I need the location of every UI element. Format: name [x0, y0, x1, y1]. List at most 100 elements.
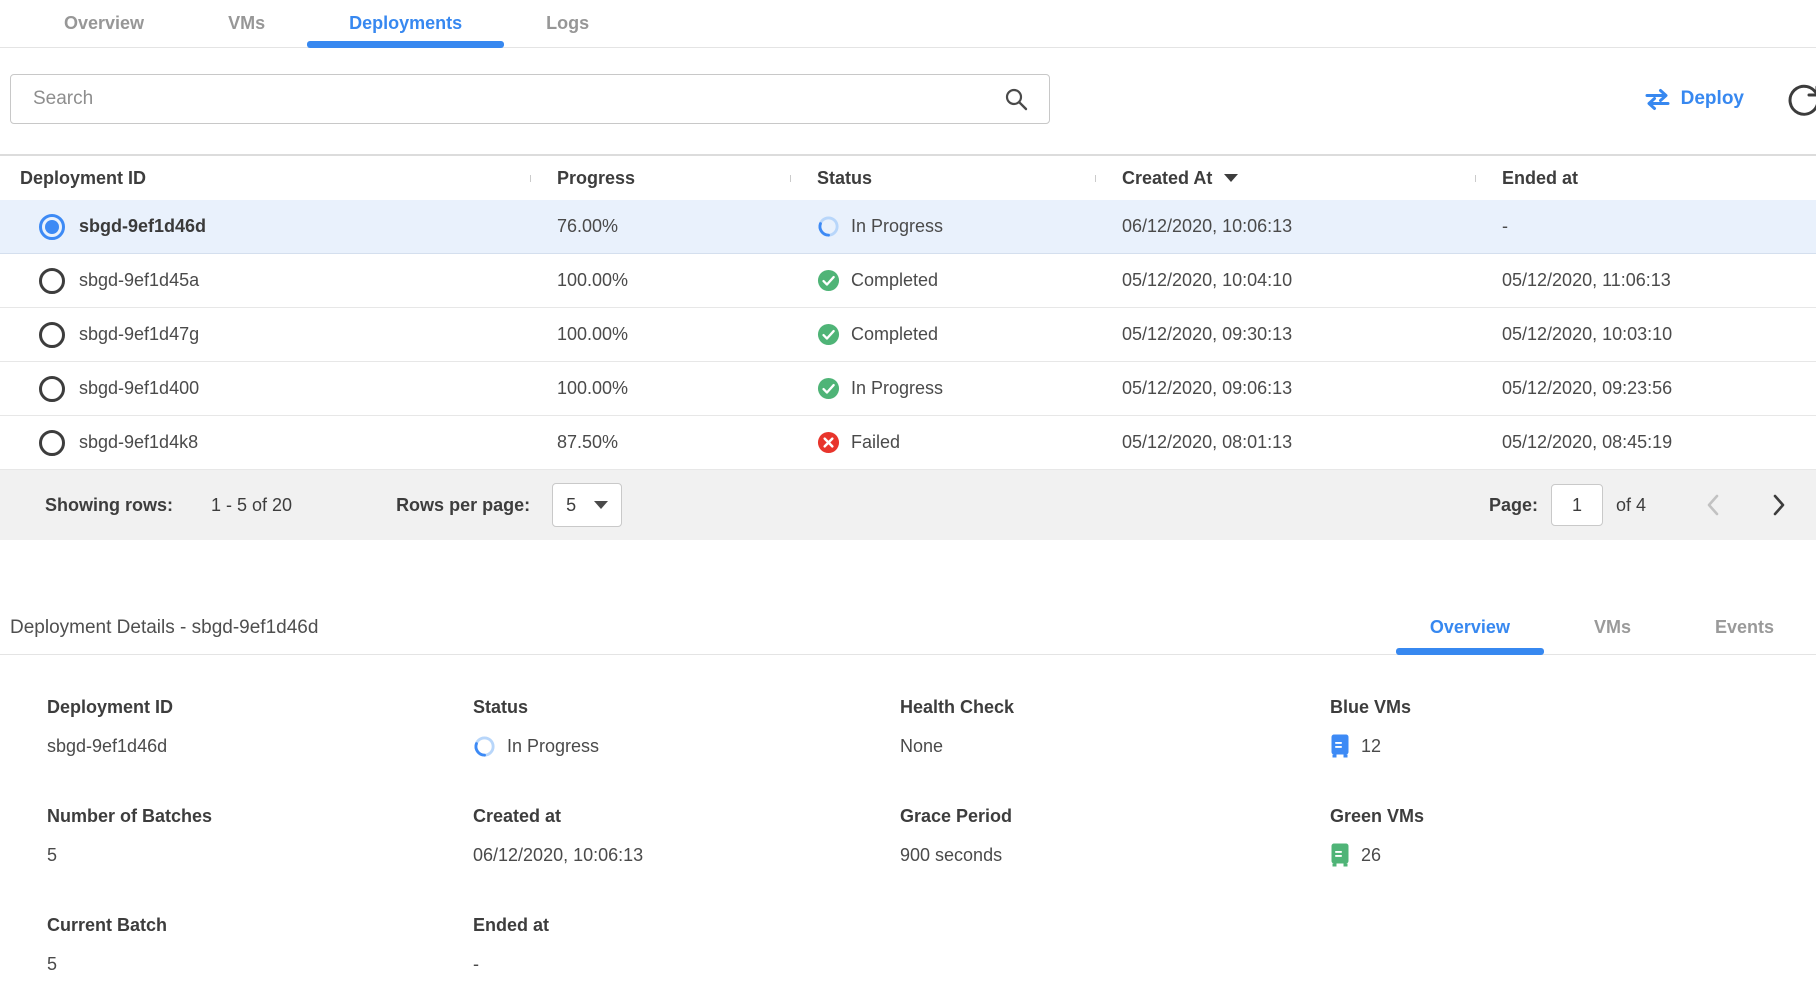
table-row[interactable]: sbgd-9ef1d400 100.00% In Progress 05/12/…	[0, 362, 1816, 416]
deploy-button-label: Deploy	[1681, 88, 1744, 110]
previous-page-button[interactable]	[1702, 492, 1724, 518]
rows-per-page-value: 5	[566, 495, 576, 516]
status-label: Failed	[851, 432, 900, 453]
deployment-id-value: sbgd-9ef1d46d	[79, 216, 206, 237]
page-total: of 4	[1616, 495, 1646, 516]
created-at-value: 06/12/2020, 10:06:13	[1095, 216, 1475, 237]
details-tab-bar: Overview VMs Events	[1388, 602, 1816, 654]
toolbar: Deploy	[10, 74, 1806, 124]
created-at-value: 05/12/2020, 09:06:13	[1095, 378, 1475, 399]
field-grace-period: Grace Period 900 seconds	[900, 806, 1330, 868]
sort-descending-icon	[1224, 174, 1238, 182]
tab-deployments[interactable]: Deployments	[307, 0, 504, 47]
row-radio[interactable]	[39, 430, 65, 456]
chevron-left-icon	[1702, 492, 1724, 518]
in-progress-spinner-icon	[817, 215, 840, 238]
tab-overview[interactable]: Overview	[22, 0, 186, 47]
table-row[interactable]: sbgd-9ef1d47g 100.00% Completed 05/12/20…	[0, 308, 1816, 362]
deployment-id-value: sbgd-9ef1d400	[79, 378, 199, 399]
status-label: Completed	[851, 270, 938, 291]
deployment-id-value: sbgd-9ef1d4k8	[79, 432, 198, 453]
blue-vms-count: 12	[1361, 736, 1381, 757]
status-label: In Progress	[851, 216, 943, 237]
column-header-created-at[interactable]: Created At	[1095, 168, 1475, 189]
progress-value: 100.00%	[530, 378, 790, 399]
tab-vms[interactable]: VMs	[186, 0, 307, 47]
table-row[interactable]: sbgd-9ef1d46d 76.00% In Progress 06/12/2…	[0, 200, 1816, 254]
refresh-icon[interactable]	[1786, 83, 1816, 119]
progress-value: 100.00%	[530, 270, 790, 291]
table-pagination-footer: Showing rows: 1 - 5 of 20 Rows per page:…	[0, 470, 1816, 540]
deploy-swap-arrows-icon	[1644, 88, 1671, 111]
field-green-vms: Green VMs 26	[1330, 806, 1816, 868]
completed-check-icon	[817, 323, 840, 346]
chevron-down-icon	[594, 501, 608, 509]
completed-check-icon	[817, 377, 840, 400]
completed-check-icon	[817, 269, 840, 292]
field-blue-vms: Blue VMs 12	[1330, 697, 1816, 759]
chevron-right-icon	[1768, 492, 1790, 518]
blue-vm-server-icon	[1330, 734, 1350, 758]
table-row[interactable]: sbgd-9ef1d4k8 87.50% Failed 05/12/2020, …	[0, 416, 1816, 470]
search-field-wrap	[10, 74, 1050, 124]
column-header-status[interactable]: Status	[790, 168, 1095, 189]
ended-at-value: 05/12/2020, 10:03:10	[1475, 324, 1816, 345]
status-label: In Progress	[851, 378, 943, 399]
field-deployment-id: Deployment ID sbgd-9ef1d46d	[47, 697, 473, 759]
created-at-value: 05/12/2020, 08:01:13	[1095, 432, 1475, 453]
deployment-id-value: sbgd-9ef1d45a	[79, 270, 199, 291]
progress-value: 87.50%	[530, 432, 790, 453]
ended-at-value: 05/12/2020, 11:06:13	[1475, 270, 1816, 291]
showing-rows-value: 1 - 5 of 20	[211, 495, 292, 516]
progress-value: 100.00%	[530, 324, 790, 345]
ended-at-value: 05/12/2020, 08:45:19	[1475, 432, 1816, 453]
created-at-value: 05/12/2020, 10:04:10	[1095, 270, 1475, 291]
details-tab-events[interactable]: Events	[1673, 602, 1816, 654]
details-header: Deployment Details - sbgd-9ef1d46d Overv…	[0, 602, 1816, 655]
details-tab-overview[interactable]: Overview	[1388, 602, 1552, 654]
search-input[interactable]	[10, 74, 1050, 124]
status-label: Completed	[851, 324, 938, 345]
search-icon	[1004, 87, 1028, 111]
field-ended-at: Ended at -	[473, 915, 900, 977]
deployments-screen: Overview VMs Deployments Logs Deploy	[0, 0, 1816, 992]
in-progress-spinner-icon	[473, 735, 496, 758]
page-number-input[interactable]	[1551, 484, 1603, 526]
column-header-deployment-id[interactable]: Deployment ID	[0, 168, 530, 189]
field-created-at: Created at 06/12/2020, 10:06:13	[473, 806, 900, 868]
rows-per-page-label: Rows per page:	[396, 495, 530, 516]
deploy-button[interactable]: Deploy	[1644, 88, 1744, 111]
deployments-table: Deployment ID Progress Status Created At…	[0, 154, 1816, 540]
row-radio[interactable]	[39, 376, 65, 402]
row-radio[interactable]	[39, 268, 65, 294]
status-label: In Progress	[507, 736, 599, 757]
tab-logs[interactable]: Logs	[504, 0, 631, 47]
table-row[interactable]: sbgd-9ef1d45a 100.00% Completed 05/12/20…	[0, 254, 1816, 308]
field-status: Status In Progress	[473, 697, 900, 759]
rows-per-page-select[interactable]: 5	[552, 483, 622, 527]
column-header-ended-at[interactable]: Ended at	[1475, 168, 1816, 189]
page-label: Page:	[1489, 495, 1538, 516]
field-number-of-batches: Number of Batches 5	[47, 806, 473, 868]
page-controls: Page: of 4	[1489, 484, 1790, 526]
green-vms-count: 26	[1361, 845, 1381, 866]
field-health-check: Health Check None	[900, 697, 1330, 759]
details-grid: Deployment ID sbgd-9ef1d46d Status In Pr…	[47, 697, 1816, 992]
created-at-value: 05/12/2020, 09:30:13	[1095, 324, 1475, 345]
top-tab-bar: Overview VMs Deployments Logs	[0, 0, 1816, 48]
green-vm-server-icon	[1330, 843, 1350, 867]
failed-x-icon	[817, 431, 840, 454]
row-radio-selected[interactable]	[39, 214, 65, 240]
next-page-button[interactable]	[1768, 492, 1790, 518]
progress-value: 76.00%	[530, 216, 790, 237]
details-tab-vms[interactable]: VMs	[1552, 602, 1673, 654]
deployment-id-value: sbgd-9ef1d47g	[79, 324, 199, 345]
details-title: Deployment Details - sbgd-9ef1d46d	[10, 617, 318, 639]
row-radio[interactable]	[39, 322, 65, 348]
field-current-batch: Current Batch 5	[47, 915, 473, 977]
ended-at-value: -	[1475, 216, 1816, 237]
ended-at-value: 05/12/2020, 09:23:56	[1475, 378, 1816, 399]
table-header: Deployment ID Progress Status Created At…	[0, 154, 1816, 200]
showing-rows-label: Showing rows:	[45, 495, 173, 516]
column-header-progress[interactable]: Progress	[530, 168, 790, 189]
